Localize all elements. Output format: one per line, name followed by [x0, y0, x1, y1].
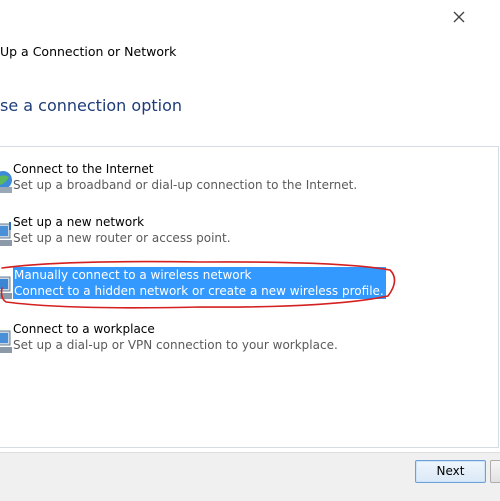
option-title: Connect to the Internet: [13, 162, 154, 176]
option-manual-wireless[interactable]: Manually connect to a wireless network C…: [0, 267, 498, 307]
option-description: Set up a new router or access point.: [13, 231, 231, 245]
option-title: Set up a new network: [13, 215, 145, 229]
setup-connection-window: Up a Connection or Network se a connecti…: [0, 0, 500, 501]
router-network-icon: [0, 220, 13, 248]
option-title: Connect to a workplace: [13, 322, 155, 336]
option-description: Set up a dial-up or VPN connection to yo…: [13, 338, 338, 352]
globe-network-icon: [0, 167, 13, 195]
next-button[interactable]: Next: [415, 460, 486, 483]
option-text: Connect to the Internet Set up a broadba…: [13, 161, 357, 193]
option-text: Manually connect to a wireless network C…: [13, 267, 386, 299]
option-text: Connect to a workplace Set up a dial-up …: [13, 321, 338, 353]
option-new-network[interactable]: Set up a new network Set up a new router…: [0, 214, 498, 254]
option-connect-workplace[interactable]: Connect to a workplace Set up a dial-up …: [0, 321, 498, 361]
wireless-network-icon: [0, 273, 13, 301]
option-description: Set up a broadband or dial-up connection…: [13, 178, 358, 192]
cancel-button[interactable]: [490, 460, 500, 483]
option-text: Set up a new network Set up a new router…: [13, 214, 231, 246]
close-icon[interactable]: [452, 10, 466, 24]
option-connect-internet[interactable]: Connect to the Internet Set up a broadba…: [0, 161, 498, 201]
page-heading: se a connection option: [0, 96, 182, 115]
option-title: Manually connect to a wireless network: [14, 268, 252, 282]
window-title: Up a Connection or Network: [0, 44, 177, 59]
option-description: Connect to a hidden network or create a …: [14, 284, 384, 298]
workplace-network-icon: [0, 327, 13, 355]
